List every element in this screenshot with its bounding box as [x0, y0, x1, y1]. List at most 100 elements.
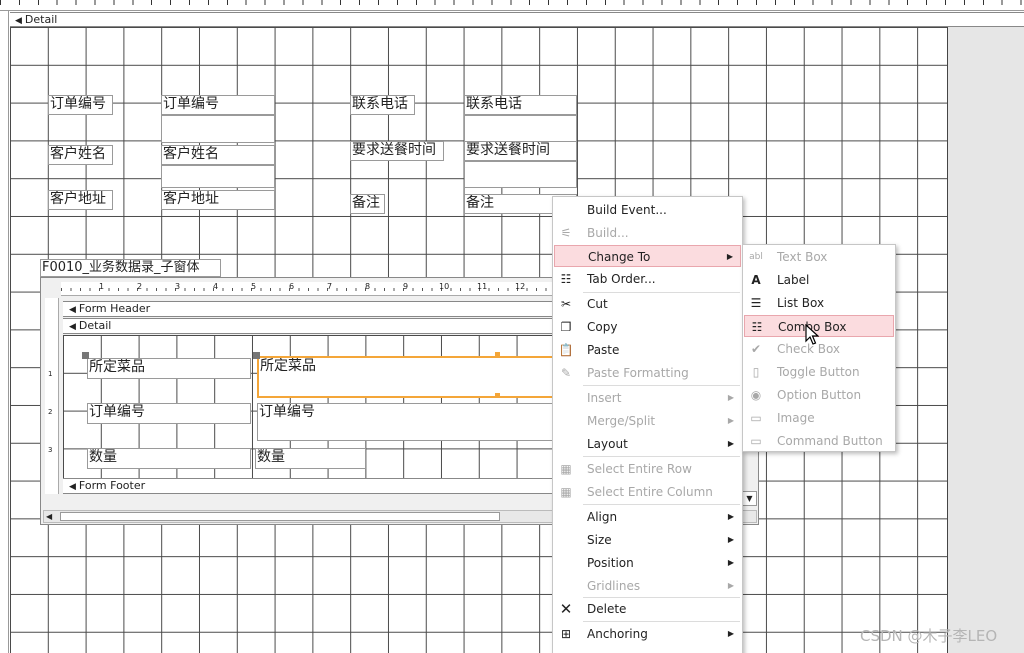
label-customer-address[interactable]: 客户地址 — [48, 190, 113, 210]
menu-item-position[interactable]: Position ▶ — [554, 552, 741, 574]
menu-item-paste[interactable]: 📋 Paste — [554, 339, 741, 361]
textbox-customer-address[interactable]: 客户地址 — [161, 190, 275, 210]
top-ruler — [0, 0, 1024, 11]
submenu-item-toggle-button[interactable]: ▯ Toggle Button — [744, 361, 894, 383]
ruler-num: 9 — [403, 282, 409, 291]
ruler-num: 12 — [515, 282, 526, 291]
ruler-num: 10 — [439, 282, 450, 291]
sub-textbox-quantity[interactable]: 数量 — [255, 448, 366, 469]
sub-label-order-number[interactable]: 订单编号 — [87, 403, 251, 424]
menu-item-cut[interactable]: ✂ Cut — [554, 293, 741, 315]
menu-item-gridlines[interactable]: Gridlines ▶ — [554, 575, 741, 597]
submenu-item-check-box[interactable]: ✔ Check Box — [744, 338, 894, 360]
selection-handle[interactable] — [82, 352, 89, 359]
anchoring-icon: ⊞ — [560, 627, 572, 641]
label-icon: A — [751, 273, 761, 287]
ruler-num: 5 — [251, 282, 257, 291]
submenu-item-command-button[interactable]: ▭ Command Button — [744, 430, 894, 451]
left-ruler — [0, 11, 9, 653]
collapse-arrow-icon: ◀ — [15, 16, 22, 26]
submenu-item-combo-box[interactable]: ☷ Combo Box — [744, 315, 894, 337]
sub-label-dish[interactable]: 所定菜品 — [87, 358, 251, 379]
subform-label[interactable]: F0010_业务数据录_子窗体 — [40, 259, 221, 277]
submenu-arrow-icon: ▶ — [727, 581, 734, 590]
menu-item-copy[interactable]: ❐ Copy — [554, 316, 741, 338]
menu-item-merge-split[interactable]: Merge/Split ▶ — [554, 410, 741, 432]
delete-x-icon: ✕ — [559, 600, 573, 618]
image-icon: ▭ — [750, 411, 762, 425]
menu-item-layout[interactable]: Layout ▶ — [554, 433, 741, 455]
subform-detail-bar[interactable]: ◀ Detail — [63, 318, 583, 334]
submenu-item-image[interactable]: ▭ Image — [744, 407, 894, 429]
label-remarks[interactable]: 备注 — [350, 194, 385, 214]
textbox-customer-name[interactable]: 客户姓名 — [161, 145, 275, 165]
submenu-item-list-box[interactable]: ☰ List Box — [744, 292, 894, 314]
sub-label-quantity[interactable]: 数量 — [87, 448, 251, 469]
wand-icon: ⚟ — [560, 226, 572, 240]
label-contact-phone[interactable]: 联系电话 — [350, 95, 415, 115]
menu-item-paste-formatting[interactable]: ✎ Paste Formatting — [554, 362, 741, 384]
collapse-arrow-icon: ◀ — [69, 305, 76, 315]
menu-item-align[interactable]: Align ▶ — [554, 506, 741, 528]
submenu-arrow-icon: ▶ — [726, 252, 733, 261]
toggle-icon: ▯ — [752, 365, 760, 379]
textbox-delivery-time[interactable]: 要求送餐时间 — [464, 141, 577, 161]
menu-item-anchoring[interactable]: ⊞ Anchoring ▶ — [554, 623, 741, 645]
vruler-num: 3 — [48, 446, 53, 454]
ruler-num: 11 — [477, 282, 488, 291]
menu-item-build[interactable]: ⚟ Build... — [554, 222, 741, 244]
submenu-item-option-button[interactable]: ◉ Option Button — [744, 384, 894, 406]
mouse-pointer-icon — [805, 324, 819, 345]
ruler-num: 7 — [327, 282, 333, 291]
context-menu[interactable]: Build Event... ⚟ Build... Change To ▶ ☷ Tab… — [552, 196, 743, 653]
textbox-order-number[interactable]: 订单编号 — [161, 95, 275, 115]
paste-formatting-icon: ✎ — [560, 366, 572, 380]
menu-item-size[interactable]: Size ▶ — [554, 529, 741, 551]
subform-ruler: 1 2 3 4 5 6 7 8 9 10 11 12 — [61, 282, 581, 296]
sub-textbox-order-number[interactable]: 订单编号 — [257, 403, 557, 441]
menu-item-build-event[interactable]: Build Event... — [554, 199, 741, 221]
menu-item-insert[interactable]: Insert ▶ — [554, 387, 741, 409]
button-icon: ▭ — [750, 434, 762, 448]
selection-handle[interactable] — [253, 352, 260, 359]
tab-order-icon: ☷ — [560, 272, 572, 286]
ruler-num: 6 — [289, 282, 295, 291]
selection-handle[interactable] — [495, 352, 500, 357]
table-column-icon: ▦ — [560, 485, 572, 499]
subform-form-footer-bar[interactable]: ◀ Form Footer — [63, 478, 583, 494]
menu-item-select-entire-row[interactable]: ▦ Select Entire Row — [554, 458, 741, 480]
submenu-arrow-icon: ▶ — [727, 393, 734, 402]
label-order-number[interactable]: 订单编号 — [48, 95, 113, 115]
menu-item-delete[interactable]: ✕ Delete — [554, 598, 741, 620]
vruler-num: 1 — [48, 370, 53, 378]
label-customer-name[interactable]: 客户姓名 — [48, 145, 113, 165]
scroll-down-button[interactable]: ▼ — [742, 491, 757, 506]
menu-item-tab-order[interactable]: ☷ Tab Order... — [554, 268, 741, 290]
submenu-item-text-box[interactable]: abl Text Box — [744, 246, 894, 268]
selection-handle[interactable] — [495, 393, 500, 398]
ruler-num: 3 — [175, 282, 181, 291]
change-to-submenu[interactable]: abl Text Box A Label ☰ List Box ☷ Combo Box … — [742, 244, 896, 452]
menu-item-change-to[interactable]: Change To ▶ — [554, 245, 741, 267]
scroll-thumb[interactable] — [60, 512, 500, 521]
scissors-icon: ✂ — [560, 297, 572, 311]
submenu-arrow-icon: ▶ — [727, 629, 734, 638]
submenu-item-label[interactable]: A Label — [744, 269, 894, 291]
subform-vruler: 1 2 3 — [45, 298, 59, 494]
combobox-icon: ☷ — [751, 320, 763, 334]
design-surface-empty-area — [948, 27, 1024, 653]
menu-item-select-entire-column[interactable]: ▦ Select Entire Column — [554, 481, 741, 503]
textbox-contact-phone[interactable]: 联系电话 — [464, 95, 577, 115]
clipboard-icon: 📋 — [558, 343, 574, 357]
radio-icon: ◉ — [750, 388, 762, 402]
label-delivery-time[interactable]: 要求送餐时间 — [350, 141, 444, 161]
subform-form-header-bar[interactable]: ◀ Form Header — [63, 301, 583, 317]
ruler-num: 2 — [137, 282, 143, 291]
textbox-icon: abl — [749, 252, 763, 262]
collapse-arrow-icon: ◀ — [69, 322, 76, 332]
sub-textbox-dish[interactable]: 所定菜品 — [257, 356, 557, 398]
detail-section-bar[interactable]: ◀ Detail — [10, 12, 1024, 27]
table-row-icon: ▦ — [560, 462, 572, 476]
vruler-num: 2 — [48, 408, 53, 416]
scroll-left-icon[interactable]: ◀ — [46, 511, 52, 522]
